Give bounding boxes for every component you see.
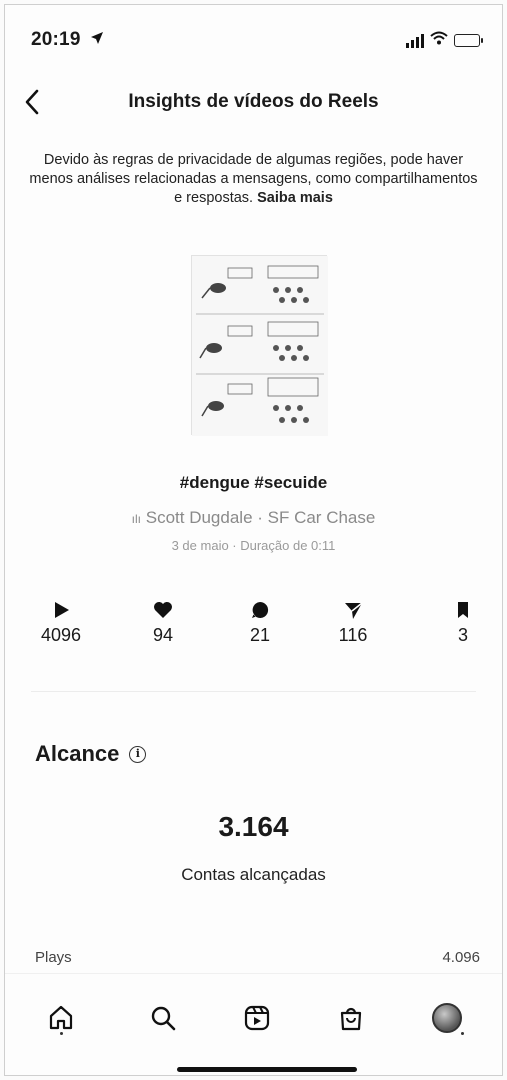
divider (31, 691, 476, 692)
notification-dot (461, 1032, 464, 1035)
share-icon (313, 599, 393, 621)
stat-value: 3 (457, 625, 468, 645)
header: Insights de vídeos do Reels (5, 83, 502, 123)
reel-meta: 3 de maio · Duração de 0:11 (171, 538, 336, 553)
home-icon (49, 1005, 73, 1030)
mosquito-comic-image (192, 256, 328, 436)
comment-icon (220, 599, 300, 621)
plays-label: Plays (35, 949, 72, 966)
stat-saves: 3 (423, 599, 502, 646)
stat-shares: 116 (313, 599, 393, 646)
stat-value: 94 (152, 625, 174, 645)
notice-text: Devido às regras de privacidade de algum… (29, 152, 478, 206)
stats-row: 4096 94 21 116 3 (5, 599, 502, 659)
audio-title: Scott Dugdale · SF Car Chase (145, 508, 376, 527)
info-icon[interactable]: i (129, 745, 147, 763)
tab-reels[interactable] (235, 996, 279, 1040)
active-dot (60, 1032, 63, 1035)
learn-more-link[interactable]: Saiba mais (257, 190, 333, 206)
signal-bars-icon (406, 33, 424, 48)
home-indicator (177, 1067, 357, 1072)
audio-wave-icon: ılı (131, 512, 141, 526)
reach-title: Alcance (35, 741, 120, 766)
tab-bar (5, 973, 502, 1075)
status-time: 20:19 (31, 29, 104, 51)
profile-avatar (432, 1003, 462, 1033)
tab-search[interactable] (141, 996, 185, 1040)
reach-section-title: Alcance i (35, 741, 147, 767)
search-icon (151, 1006, 176, 1031)
stat-likes: 94 (123, 599, 203, 646)
reel-thumbnail[interactable] (191, 255, 328, 436)
stat-value: 21 (249, 625, 271, 645)
privacy-notice: Devido às regras de privacidade de algum… (25, 151, 482, 208)
stat-value: 4096 (40, 625, 82, 645)
bookmark-icon (423, 599, 502, 621)
status-bar: 20:19 (5, 5, 502, 75)
heart-icon (123, 599, 203, 621)
status-icons (406, 31, 483, 50)
battery-icon (454, 34, 483, 47)
clock: 20:19 (31, 29, 81, 50)
wifi-icon (430, 31, 448, 50)
reach-label: Contas alcançadas (181, 865, 326, 884)
reel-caption: #dengue #secuide (179, 473, 328, 492)
stat-plays: 4096 (21, 599, 101, 646)
play-icon (21, 599, 101, 621)
stat-comments: 21 (220, 599, 300, 646)
reels-icon (244, 1005, 270, 1031)
plays-value: 4.096 (442, 949, 480, 966)
reel-audio[interactable]: ılı Scott Dugdale · SF Car Chase (5, 508, 502, 528)
plays-row: Plays 4.096 (35, 949, 480, 966)
tab-shop[interactable] (329, 996, 373, 1040)
phone-screen: 20:19 Insights de vídeos do Reels Devido… (4, 4, 503, 1076)
location-arrow-icon (90, 31, 104, 50)
page-title: Insights de vídeos do Reels (128, 91, 379, 112)
stat-value: 116 (338, 625, 368, 645)
reach-value: 3.164 (218, 811, 289, 842)
shop-icon (340, 1007, 362, 1031)
